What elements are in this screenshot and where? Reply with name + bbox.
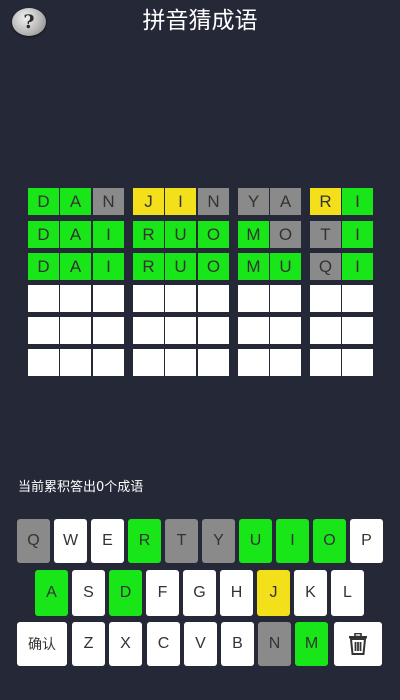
board-tile-empty <box>198 349 229 376</box>
board-tile: R <box>133 221 164 248</box>
board-tile-empty <box>238 317 269 344</box>
board-tile: D <box>28 188 59 215</box>
board-tile-empty <box>238 349 269 376</box>
board-tile-empty <box>60 285 91 312</box>
key-m[interactable]: M <box>295 622 328 666</box>
board-tile-empty <box>165 285 196 312</box>
board-tile: J <box>133 188 164 215</box>
board-tile-empty <box>270 317 301 344</box>
board-tile: T <box>310 221 341 248</box>
board-tile-empty <box>133 349 164 376</box>
key-n[interactable]: N <box>258 622 291 666</box>
board-tile-empty <box>60 349 91 376</box>
board-tile-empty <box>28 285 59 312</box>
board-tile: A <box>60 188 91 215</box>
board-tile-empty <box>28 349 59 376</box>
guess-board: DANJINYARIDAIRUOMOTIDAIRUOMUQI <box>0 0 400 400</box>
confirm-button[interactable]: 确认 <box>17 622 67 666</box>
key-v[interactable]: V <box>184 622 217 666</box>
key-p[interactable]: P <box>350 519 383 563</box>
board-tile: O <box>198 253 229 280</box>
board-tile: N <box>93 188 124 215</box>
board-tile-empty <box>165 349 196 376</box>
key-g[interactable]: G <box>183 570 216 616</box>
delete-button[interactable] <box>334 622 382 666</box>
board-tile: R <box>310 188 341 215</box>
key-u[interactable]: U <box>239 519 272 563</box>
board-tile-empty <box>310 349 341 376</box>
board-tile: I <box>93 253 124 280</box>
key-o[interactable]: O <box>313 519 346 563</box>
board-tile: M <box>238 221 269 248</box>
board-tile-empty <box>310 317 341 344</box>
key-l[interactable]: L <box>331 570 364 616</box>
board-tile: D <box>28 253 59 280</box>
board-tile: U <box>270 253 301 280</box>
board-tile: A <box>60 221 91 248</box>
key-i[interactable]: I <box>276 519 309 563</box>
board-tile: Q <box>310 253 341 280</box>
board-tile-empty <box>270 349 301 376</box>
board-tile: U <box>165 221 196 248</box>
board-tile-empty <box>28 317 59 344</box>
board-tile-empty <box>198 317 229 344</box>
board-tile-empty <box>133 285 164 312</box>
key-t[interactable]: T <box>165 519 198 563</box>
key-c[interactable]: C <box>147 622 180 666</box>
board-tile-empty <box>133 317 164 344</box>
board-tile-empty <box>93 349 124 376</box>
key-r[interactable]: R <box>128 519 161 563</box>
board-tile: I <box>93 221 124 248</box>
board-tile: M <box>238 253 269 280</box>
board-tile: Y <box>238 188 269 215</box>
board-tile-empty <box>198 285 229 312</box>
key-y[interactable]: Y <box>202 519 235 563</box>
board-tile-empty <box>93 285 124 312</box>
board-tile-empty <box>310 285 341 312</box>
trash-icon <box>349 633 367 655</box>
board-tile: D <box>28 221 59 248</box>
key-b[interactable]: B <box>221 622 254 666</box>
board-tile-empty <box>93 317 124 344</box>
board-tile: I <box>342 221 373 248</box>
board-tile: U <box>165 253 196 280</box>
key-a[interactable]: A <box>35 570 68 616</box>
board-tile-empty <box>342 285 373 312</box>
key-w[interactable]: W <box>54 519 87 563</box>
board-tile-empty <box>342 349 373 376</box>
board-tile: O <box>198 221 229 248</box>
board-tile: A <box>60 253 91 280</box>
key-f[interactable]: F <box>146 570 179 616</box>
board-tile-empty <box>342 317 373 344</box>
board-tile: A <box>270 188 301 215</box>
key-e[interactable]: E <box>91 519 124 563</box>
board-tile: I <box>342 253 373 280</box>
board-tile-empty <box>270 285 301 312</box>
key-q[interactable]: Q <box>17 519 50 563</box>
board-tile: I <box>165 188 196 215</box>
key-d[interactable]: D <box>109 570 142 616</box>
board-tile-empty <box>165 317 196 344</box>
board-tile: N <box>198 188 229 215</box>
board-tile-empty <box>238 285 269 312</box>
board-tile-empty <box>60 317 91 344</box>
key-x[interactable]: X <box>109 622 142 666</box>
key-h[interactable]: H <box>220 570 253 616</box>
key-z[interactable]: Z <box>72 622 105 666</box>
key-s[interactable]: S <box>72 570 105 616</box>
key-k[interactable]: K <box>294 570 327 616</box>
board-tile: I <box>342 188 373 215</box>
board-tile: O <box>270 221 301 248</box>
board-tile: R <box>133 253 164 280</box>
status-text: 当前累积答出0个成语 <box>18 480 144 495</box>
key-j[interactable]: J <box>257 570 290 616</box>
